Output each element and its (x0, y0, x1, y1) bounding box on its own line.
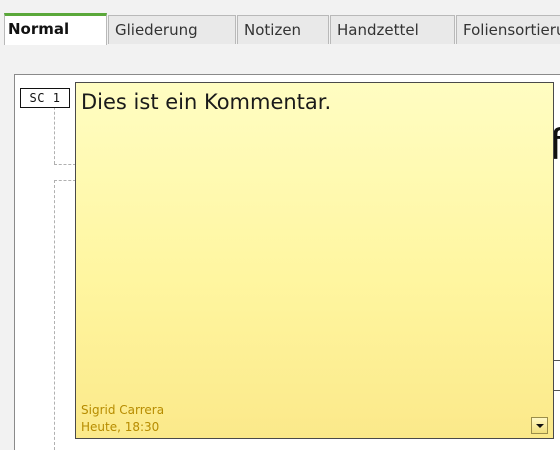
placeholder-outline (54, 180, 76, 181)
tab-foliensortierung[interactable]: Foliensortierung (456, 15, 560, 44)
view-tab-bar: Normal Gliederung Notizen Handzettel Fol… (0, 0, 560, 45)
comment-menu-button[interactable] (531, 417, 548, 434)
comment-author: Sigrid Carrera (81, 403, 165, 417)
comment-note[interactable]: Dies ist ein Kommentar. Sigrid Carrera H… (75, 82, 554, 439)
comment-date: Heute, 18:30 (81, 420, 160, 434)
comment-marker[interactable]: SC 1 (20, 88, 70, 108)
tab-handzettel[interactable]: Handzettel (330, 15, 455, 44)
tab-gliederung[interactable]: Gliederung (108, 15, 236, 44)
placeholder-outline (54, 180, 55, 450)
tab-normal[interactable]: Normal (4, 13, 107, 45)
placeholder-outline (54, 164, 76, 165)
comment-text[interactable]: Dies ist ein Kommentar. (81, 90, 331, 114)
chevron-down-icon (536, 424, 544, 428)
tab-notizen[interactable]: Notizen (237, 15, 329, 44)
